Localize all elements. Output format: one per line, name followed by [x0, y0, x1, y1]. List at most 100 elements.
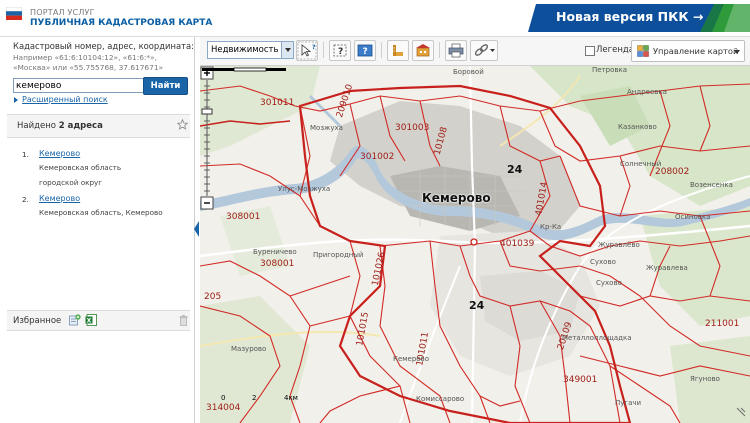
link-button[interactable]: [470, 40, 498, 61]
legend-checkbox[interactable]: [585, 46, 595, 56]
chevron-down-icon: [281, 42, 293, 58]
place-label: Мазурово: [231, 345, 267, 353]
cadastral-label[interactable]: 205: [204, 292, 221, 302]
building-icon: [416, 44, 430, 57]
portal-label[interactable]: ПОРТАЛ УСЛУГ: [30, 8, 95, 17]
place-label: Журавлева: [646, 264, 688, 272]
scale-label: 4км: [284, 394, 298, 402]
search-hint-example: «Москва» или «55.755768, 37.617671»: [13, 63, 164, 72]
map-title[interactable]: ПУБЛИЧНАЯ КАДАСТРОВАЯ КАРТА: [30, 18, 212, 28]
place-label: Кемерово: [393, 355, 429, 363]
printer-icon: [448, 43, 464, 58]
search-hint-title: Кадастровый номер, адрес, координата:: [13, 41, 194, 51]
cadastral-label[interactable]: 301002: [360, 152, 394, 162]
place-label: Пригородный: [313, 251, 364, 259]
toolbar-divider: [381, 42, 382, 58]
svg-text:?: ?: [312, 44, 316, 51]
map-control-dropdown[interactable]: Управление картой: [631, 40, 745, 62]
cadastral-label[interactable]: 401039: [500, 239, 534, 249]
results-header: Найдено 2 адреса: [7, 114, 190, 138]
excel-export-icon[interactable]: X: [85, 314, 97, 326]
place-label: Журавлёво: [598, 241, 640, 249]
cadastral-label[interactable]: 349001: [563, 375, 597, 385]
toolbar-divider: [439, 42, 440, 58]
svg-text:?: ?: [363, 47, 368, 57]
place-label: Солнечный: [620, 160, 662, 168]
results-count-prefix: Найдено: [17, 121, 59, 131]
place-label: Улус-Мозжуха: [278, 185, 331, 193]
collapse-panel-handle[interactable]: [194, 221, 199, 237]
triangle-right-icon: [14, 97, 18, 103]
place-label: Осиновка: [675, 213, 711, 221]
place-label: Металлоплощадка: [562, 334, 632, 342]
cadastral-label[interactable]: 208002: [655, 167, 689, 177]
trash-icon[interactable]: [179, 315, 188, 326]
place-label: Мозжуха: [310, 124, 343, 132]
result-desc: городской округ: [39, 178, 103, 187]
cursor-info-icon: ?: [297, 41, 317, 60]
cadastral-label[interactable]: 301003: [395, 123, 429, 133]
chevron-down-icon: [734, 50, 740, 54]
portal-logo-icon[interactable]: [6, 7, 22, 20]
place-label: Кр-Ка: [540, 223, 562, 231]
app-header: ПОРТАЛ УСЛУГ ПУБЛИЧНАЯ КАДАСТРОВАЯ КАРТА…: [0, 0, 750, 37]
cadastral-label[interactable]: 24: [469, 299, 484, 312]
scale-label: 2: [252, 394, 257, 402]
star-icon[interactable]: [177, 119, 188, 130]
toolbar-divider: [323, 42, 324, 58]
place-label: Казанково: [618, 123, 657, 131]
print-button[interactable]: [445, 40, 467, 61]
query-area-button[interactable]: ?: [329, 40, 351, 61]
add-favorite-icon[interactable]: [69, 314, 81, 326]
favorites-title: Избранное: [13, 316, 62, 326]
scale-label: 0: [221, 394, 226, 402]
search-hint-example: Например «61:6:10104:12», «61:6:*»,: [13, 53, 157, 62]
svg-text:?: ?: [338, 47, 343, 57]
place-label: Ягуново: [690, 375, 720, 383]
measure-icon: [393, 45, 403, 56]
measure-button[interactable]: [387, 40, 409, 61]
map-toolbar: Недвижимость ? ? ? Легенда Управление ка…: [200, 37, 750, 66]
layer-select-value: Недвижимость: [211, 45, 279, 55]
svg-text:X: X: [87, 317, 92, 324]
place-label: Петровка: [592, 66, 628, 74]
favorites-header: Избранное X: [7, 310, 190, 331]
result-link[interactable]: Кемерово: [39, 194, 80, 203]
map-canvas[interactable]: 0 2 4км Кемерово 301011 301003 301002 10…: [200, 66, 750, 423]
result-index: 1.: [22, 150, 29, 159]
search-panel: Кадастровый номер, адрес, координата: На…: [0, 37, 195, 423]
identify-button[interactable]: ?: [296, 40, 318, 61]
cadastral-label[interactable]: 314004: [206, 403, 240, 413]
result-index: 2.: [22, 195, 29, 204]
layer-select[interactable]: Недвижимость: [207, 41, 294, 59]
cadastral-label[interactable]: 308001: [226, 212, 260, 222]
buildings-button[interactable]: [412, 40, 434, 61]
place-label: Боровой: [453, 68, 484, 76]
layers-grid-icon: [637, 45, 649, 57]
advanced-search-link[interactable]: Расширенный поиск: [22, 95, 108, 104]
map-control-label: Управление картой: [653, 46, 739, 56]
cadastral-label[interactable]: 24: [507, 163, 522, 176]
info-button[interactable]: ?: [354, 40, 376, 61]
result-desc: Кемеровская область: [39, 163, 122, 172]
search-input[interactable]: [13, 78, 144, 93]
scale-bar: [202, 67, 286, 72]
cadastral-label[interactable]: 301011: [260, 98, 294, 108]
place-label: Сухово: [590, 258, 616, 266]
result-desc: Кемеровская область, Кемерово: [39, 208, 163, 217]
new-version-link[interactable]: Новая версия ПКК →: [556, 9, 703, 24]
result-link[interactable]: Кемерово: [39, 149, 80, 158]
legend-label[interactable]: Легенда: [596, 45, 634, 55]
cadastral-label[interactable]: 308001: [260, 259, 294, 269]
cadastral-label[interactable]: 211001: [705, 319, 739, 329]
place-label: Андреевка: [627, 88, 667, 96]
place-label: Возенсенка: [690, 181, 733, 189]
place-label: Пугачи: [615, 399, 642, 407]
city-label: Кемерово: [422, 191, 491, 205]
results-count-value: 2 адреса: [58, 121, 103, 131]
place-label: Сухово: [596, 279, 622, 287]
info-icon: ?: [357, 44, 373, 57]
results-count: Найдено 2 адреса: [17, 121, 103, 131]
search-button[interactable]: Найти: [143, 77, 188, 95]
place-label: Буреничево: [253, 248, 297, 256]
